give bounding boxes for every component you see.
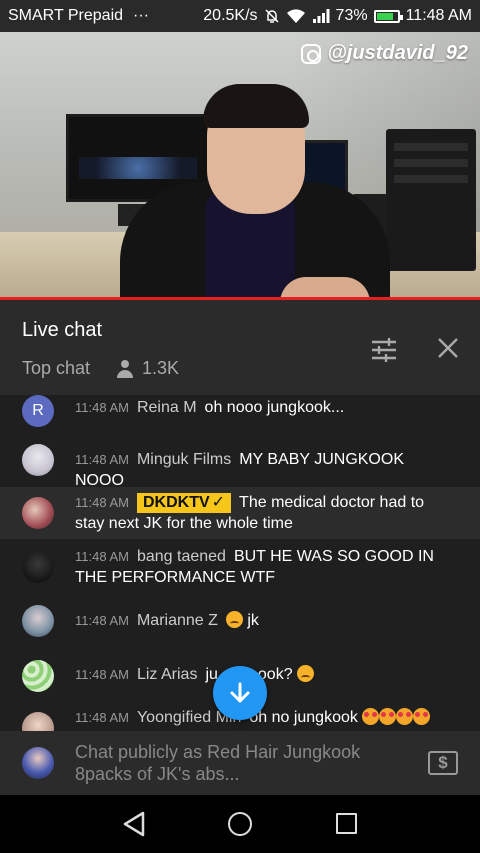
chat-filter-button[interactable] — [370, 336, 398, 364]
avatar[interactable] — [22, 605, 54, 637]
user-avatar[interactable] — [22, 747, 54, 779]
chat-message: 11:48 AM Marianne Z jk — [0, 595, 480, 649]
chat-message: 11:48 AM Minguk Films MY BABY JUNGKOOK NOO… — [0, 431, 480, 489]
chat-message: 11:48 AM bang taened BUT HE WAS SO GOOD IN… — [0, 539, 480, 595]
live-chat-title: Live chat — [22, 319, 103, 341]
message-author[interactable]: bang taened — [137, 548, 226, 565]
video-person-hair — [203, 84, 309, 128]
avatar[interactable] — [22, 497, 54, 529]
recents-button[interactable] — [336, 813, 357, 834]
mute-icon — [265, 9, 279, 23]
badge-name: DKDKTV — [142, 494, 210, 511]
battery-percent: 73% — [335, 7, 368, 24]
video-computer-tower — [386, 129, 476, 271]
home-button[interactable] — [228, 812, 252, 836]
carrier-label: SMART Prepaid — [8, 7, 124, 24]
avatar[interactable]: R — [22, 395, 54, 427]
chat-message: R 11:48 AM Reina M oh nooo jungkook... — [0, 395, 480, 427]
message-timestamp: 11:48 AM — [75, 549, 129, 564]
person-icon — [116, 359, 134, 378]
verified-check-icon: ✓ — [211, 494, 226, 511]
signal-icon — [312, 9, 330, 23]
instagram-icon — [301, 43, 322, 64]
status-bar: SMART Prepaid ··· 20.5K/s 73% 11:48 AM — [0, 0, 480, 32]
watermark-handle: @justdavid_92 — [327, 42, 468, 64]
scroll-to-latest-button[interactable] — [213, 666, 267, 720]
message-author[interactable]: Marianne Z — [137, 612, 218, 629]
message-timestamp: 11:48 AM — [75, 667, 129, 682]
message-author[interactable]: Reina M — [137, 399, 197, 416]
message-text: oh no jungkook — [249, 709, 358, 726]
more-notifications-icon: ··· — [133, 7, 149, 24]
message-timestamp: 11:48 AM — [75, 400, 129, 415]
message-text: jk — [247, 612, 259, 629]
heart-eyes-emoji — [396, 708, 414, 725]
avatar[interactable] — [22, 712, 54, 731]
video-player[interactable]: @justdavid_92 — [0, 32, 480, 300]
clock: 11:48 AM — [405, 7, 472, 24]
heart-eyes-emoji — [379, 708, 397, 725]
tired-face-emoji — [225, 611, 243, 628]
wifi-icon — [286, 9, 305, 23]
tired-face-emoji — [297, 665, 315, 682]
network-speed: 20.5K/s — [203, 7, 258, 24]
battery-icon — [373, 9, 403, 23]
android-nav-bar — [0, 795, 480, 853]
live-chat-header: Live chat Top chat 1.3K — [0, 300, 480, 395]
message-timestamp: 11:48 AM — [75, 495, 129, 510]
verified-author-badge[interactable]: DKDKTV ✓ — [136, 493, 232, 513]
back-button[interactable] — [122, 811, 146, 837]
message-author[interactable]: Liz Arias — [137, 666, 197, 683]
chat-composer: Chat publicly as Red Hair Jungkook 8pack… — [0, 731, 480, 795]
close-chat-button[interactable] — [436, 336, 460, 360]
chat-input[interactable]: Chat publicly as Red Hair Jungkook 8pack… — [75, 741, 395, 785]
chat-message-highlighted: 11:48 AM DKDKTV ✓ The medical doctor had to… — [0, 487, 480, 539]
arrow-down-icon — [230, 682, 250, 703]
instagram-watermark: @justdavid_92 — [301, 42, 468, 65]
chat-mode-selector[interactable]: Top chat — [22, 358, 90, 379]
message-timestamp: 11:48 AM — [75, 613, 129, 628]
message-timestamp: 11:48 AM — [75, 452, 129, 467]
dollar-icon: $ — [438, 753, 448, 772]
avatar[interactable] — [22, 551, 54, 583]
message-author[interactable]: Minguk Films — [137, 451, 231, 468]
heart-eyes-emoji — [413, 708, 431, 725]
heart-eyes-emoji — [362, 708, 380, 725]
avatar[interactable] — [22, 444, 54, 476]
viewer-count-label: 1.3K — [142, 358, 180, 378]
viewer-count: 1.3K — [116, 358, 179, 379]
message-timestamp: 11:48 AM — [75, 710, 129, 725]
message-text: oh nooo jungkook... — [204, 399, 345, 416]
super-chat-button[interactable]: $ — [428, 751, 458, 775]
avatar[interactable] — [22, 660, 54, 692]
